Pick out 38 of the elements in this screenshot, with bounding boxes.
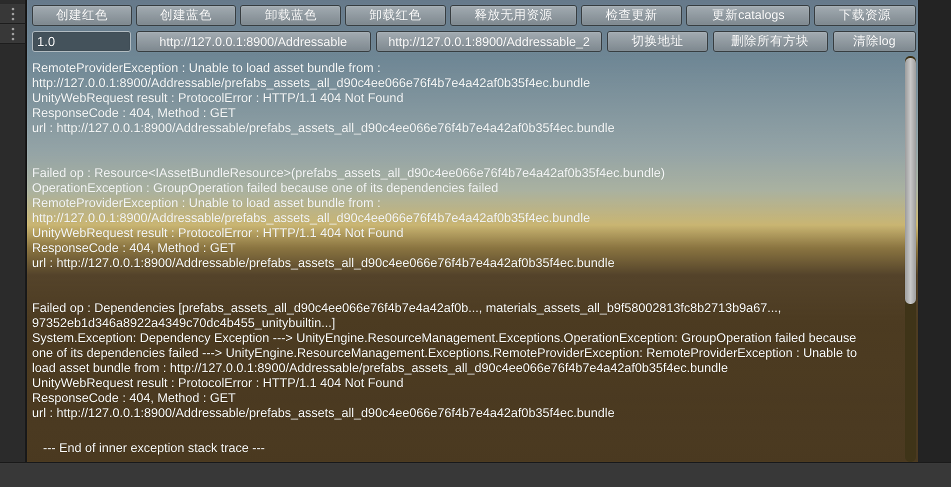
log-line: url : http://127.0.0.1:8900/Addressable/prefabs_assets_all_d90c4ee066e76f4b7e4a42af0b35f4ec.bundle xyxy=(32,406,615,421)
log-line: RemoteProviderException : Unable to load asset bundle from : xyxy=(32,61,381,76)
log-line: System.Exception: Dependency Exception ---> UnityEngine.ResourceManagement.Exceptions.OperationException: GroupOperation failed because xyxy=(32,331,856,346)
log-line: UnityWebRequest result : ProtocolError : HTTP/1.1 404 Not Found xyxy=(32,226,404,241)
log-line: load asset bundle from : http://127.0.0.1:8900/Addressable/prefabs_assets_all_d90c4ee066e76f4b7e4a42af0b35f4ec.bundle xyxy=(32,361,728,376)
toolbar-button[interactable]: 删除所有方块 xyxy=(712,31,828,52)
toolbar-button[interactable]: 下载资源 xyxy=(814,5,916,26)
log-line: UnityWebRequest result : ProtocolError : HTTP/1.1 404 Not Found xyxy=(32,376,404,391)
toolbar-button[interactable]: http://127.0.0.1:8900/Addressable_2 xyxy=(376,31,602,52)
log-line: url : http://127.0.0.1:8900/Addressable/prefabs_assets_all_d90c4ee066e76f4b7e4a42af0b35f4ec.bundle xyxy=(32,256,615,271)
version-field[interactable]: 1.0 xyxy=(32,31,131,52)
log-line: ResponseCode : 404, Method : GET xyxy=(32,391,236,406)
toolbar-button[interactable]: 卸载蓝色 xyxy=(240,5,342,26)
toolbar-button[interactable]: 释放无用资源 xyxy=(450,5,577,26)
toolbar-button[interactable]: 清除log xyxy=(832,31,916,52)
drag-handle-icon[interactable] xyxy=(10,6,14,20)
log-line: --- End of inner exception stack trace --- xyxy=(43,441,265,456)
log-line: url : http://127.0.0.1:8900/Addressable/prefabs_assets_all_d90c4ee066e76f4b7e4a42af0b35f4ec.bundle xyxy=(32,121,615,136)
toolbar-button[interactable]: 更新catalogs xyxy=(686,5,810,26)
scrollbar-thumb[interactable] xyxy=(905,58,916,304)
log-line: ResponseCode : 404, Method : GET xyxy=(32,241,236,256)
toolbar-button[interactable]: 创建蓝色 xyxy=(136,5,236,26)
log-line: 97352eb1d346a8922a4349c70dc4b455_unitybuiltin...] xyxy=(32,316,336,331)
toolbar-button[interactable]: 切换地址 xyxy=(607,31,708,52)
log-line: one of its dependencies failed ---> UnityEngine.ResourceManagement.Exceptions.RemoteProviderException: RemoteProviderException : Unable to xyxy=(32,346,857,361)
log-line: http://127.0.0.1:8900/Addressable/prefabs_assets_all_d90c4ee066e76f4b7e4a42af0b35f4ec.bundle xyxy=(32,76,590,91)
log-line: Failed op : Dependencies [prefabs_assets_all_d90c4ee066e76f4b7e4a42af0b..., materials_assets_all_b9f58002813fc8b2713b9a67..., xyxy=(32,301,782,316)
toolbar-button[interactable]: http://127.0.0.1:8900/Addressable xyxy=(136,31,371,52)
toolbar-button[interactable]: 卸载红色 xyxy=(345,5,446,26)
log-line: http://127.0.0.1:8900/Addressable/prefabs_assets_all_d90c4ee066e76f4b7e4a42af0b35f4ec.bundle xyxy=(32,211,590,226)
drag-handle-icon[interactable] xyxy=(10,26,14,40)
toolbar-button[interactable]: 检查更新 xyxy=(580,5,682,26)
log-line: ResponseCode : 404, Method : GET xyxy=(32,106,236,121)
log-line: Failed op : Resource<IAssetBundleResource>(prefabs_assets_all_d90c4ee066e76f4b7e4a42af0b35f4ec.bundle) xyxy=(32,166,665,181)
log-line: OperationException : GroupOperation failed because one of its dependencies failed xyxy=(32,181,498,196)
log-line: RemoteProviderException : Unable to load asset bundle from : xyxy=(32,196,381,211)
toolbar-button[interactable]: 创建红色 xyxy=(32,5,132,26)
log-line: UnityWebRequest result : ProtocolError : HTTP/1.1 404 Not Found xyxy=(32,91,404,106)
